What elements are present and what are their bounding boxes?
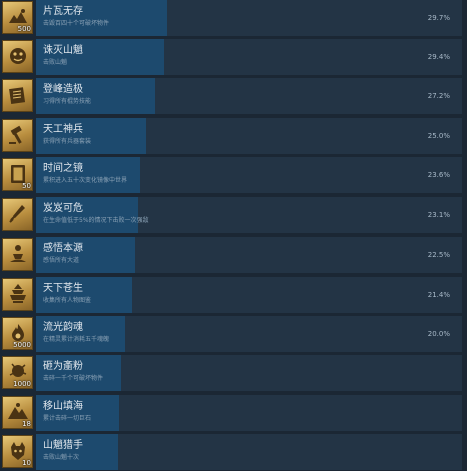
achievement-name: 天下苍生 <box>43 283 83 294</box>
achievement-name: 时间之镜 <box>43 163 83 174</box>
achievement-name: 登峰造极 <box>43 84 83 95</box>
rubble-icon: 500 <box>2 1 33 34</box>
achievement-row[interactable]: 1000 砸为齑粉 击碎一千个可破坏物件 <box>0 355 467 391</box>
achievement-row[interactable]: 天工神兵 获得所有兵器套装 25.0% <box>0 118 467 154</box>
achievement-progress-track: 岌岌可危 在生命值低于5%的情况下击败一次强敌 23.1% <box>36 197 462 233</box>
achievement-percent: 29.4% <box>427 53 450 61</box>
achievement-progress-track: 天下苍生 收集所有人物图鉴 21.4% <box>36 277 462 313</box>
achievement-name: 砸为齑粉 <box>43 361 83 372</box>
achievement-description: 在精灵累计消耗五千魂魄 <box>43 336 110 343</box>
achievement-name: 诛灭山魈 <box>43 45 83 56</box>
achievement-row[interactable]: 10 山魈猎手 击败山魈十次 <box>0 434 467 470</box>
achievement-name: 山魈猎手 <box>43 440 83 451</box>
achievement-progress-track: 山魈猎手 击败山魈十次 <box>36 434 462 470</box>
achievement-name: 流光韵魂 <box>43 322 83 333</box>
forge-hammer-icon <box>2 119 33 152</box>
achievement-row[interactable]: 天下苍生 收集所有人物图鉴 21.4% <box>0 277 467 313</box>
dagger-icon <box>2 198 33 231</box>
achievement-description: 击败山魈十次 <box>43 454 80 461</box>
achievement-percent: 23.6% <box>427 171 450 179</box>
achievement-description: 击毁百四十个可破坏物件 <box>43 20 110 27</box>
achievement-row[interactable]: 感悟本源 感悟所有大道 22.5% <box>0 237 467 273</box>
achievement-percent: 21.4% <box>427 291 450 299</box>
achievement-description: 击败山魈 <box>43 59 68 66</box>
soul-flame-icon: 5000 <box>2 317 33 350</box>
achievement-description: 收集所有人物图鉴 <box>43 297 92 304</box>
achievement-description: 累计击碎一切巨石 <box>43 415 92 422</box>
achievement-description: 感悟所有大道 <box>43 257 80 264</box>
achievement-row[interactable]: 50 时间之镜 累积进入五十次变化镜像中世界 23.6% <box>0 157 467 193</box>
achievement-progress-track: 片瓦无存 击毁百四十个可破坏物件 29.7% <box>36 0 462 36</box>
achievement-percent: 27.2% <box>427 92 450 100</box>
achievement-row[interactable]: 诛灭山魈 击败山魈 29.4% <box>0 39 467 75</box>
achievement-percent: 20.0% <box>427 330 450 338</box>
achievement-count-badge: 18 <box>22 420 31 428</box>
achievement-description: 击碎一千个可破坏物件 <box>43 375 104 382</box>
achievement-percent: 23.1% <box>427 211 450 219</box>
achievement-row[interactable]: 500 片瓦无存 击毁百四十个可破坏物件 29.7% <box>0 0 467 36</box>
achievement-percent: 25.0% <box>427 132 450 140</box>
meditation-icon <box>2 238 33 271</box>
achievement-count-badge: 5000 <box>13 341 31 349</box>
pagoda-icon <box>2 278 33 311</box>
achievement-percent: 22.5% <box>427 251 450 259</box>
achievement-name: 感悟本源 <box>43 243 83 254</box>
achievement-progress-track: 流光韵魂 在精灵累计消耗五千魂魄 20.0% <box>36 316 462 352</box>
mountain-icon: 18 <box>2 396 33 429</box>
achievement-count-badge: 1000 <box>13 380 31 388</box>
achievement-description: 习得所有棍势技能 <box>43 98 92 105</box>
demon-face-icon <box>2 40 33 73</box>
achievement-count-badge: 50 <box>22 182 31 190</box>
achievement-name: 移山填海 <box>43 401 83 412</box>
hunter-head-icon: 10 <box>2 435 33 468</box>
achievement-description: 获得所有兵器套装 <box>43 138 92 145</box>
achievement-list: 500 片瓦无存 击毁百四十个可破坏物件 29.7% 诛灭山魈 击败山魈 29.… <box>0 0 467 471</box>
achievement-count-badge: 500 <box>17 25 31 33</box>
achievement-row[interactable]: 5000 流光韵魂 在精灵累计消耗五千魂魄 20.0% <box>0 316 467 352</box>
mirror-icon: 50 <box>2 158 33 191</box>
achievement-progress-track: 时间之镜 累积进入五十次变化镜像中世界 23.6% <box>36 157 462 193</box>
achievement-progress-track: 感悟本源 感悟所有大道 22.5% <box>36 237 462 273</box>
achievement-description: 在生命值低于5%的情况下击败一次强敌 <box>43 217 149 224</box>
achievement-progress-track: 移山填海 累计击碎一切巨石 <box>36 395 462 431</box>
achievement-row[interactable]: 登峰造极 习得所有棍势技能 27.2% <box>0 78 467 114</box>
achievement-row[interactable]: 18 移山填海 累计击碎一切巨石 <box>0 395 467 431</box>
achievement-description: 累积进入五十次变化镜像中世界 <box>43 177 128 184</box>
scroll-book-icon <box>2 79 33 112</box>
achievement-row[interactable]: 岌岌可危 在生命值低于5%的情况下击败一次强敌 23.1% <box>0 197 467 233</box>
achievement-progress-track: 天工神兵 获得所有兵器套装 25.0% <box>36 118 462 154</box>
achievement-count-badge: 10 <box>22 459 31 467</box>
achievement-progress-track: 诛灭山魈 击败山魈 29.4% <box>36 39 462 75</box>
achievement-progress-track: 砸为齑粉 击碎一千个可破坏物件 <box>36 355 462 391</box>
achievement-name: 天工神兵 <box>43 124 83 135</box>
achievement-percent: 29.7% <box>427 14 450 22</box>
achievement-name: 片瓦无存 <box>43 6 83 17</box>
smash-icon: 1000 <box>2 356 33 389</box>
achievement-progress-track: 登峰造极 习得所有棍势技能 27.2% <box>36 78 462 114</box>
achievement-name: 岌岌可危 <box>43 203 83 214</box>
